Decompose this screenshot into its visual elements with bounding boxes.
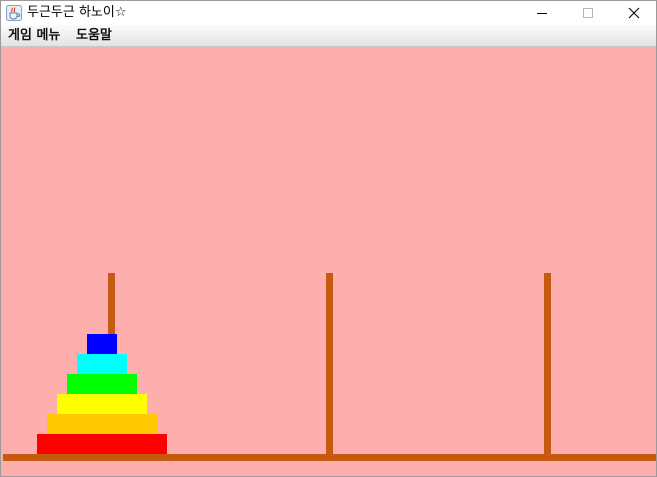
disk-6[interactable] (36, 434, 167, 454)
menu-bar: 게임 메뉴 도움말 (1, 25, 656, 47)
title-bar[interactable]: 두근두근 하노이☆ (1, 1, 656, 25)
peg-right[interactable] (544, 273, 551, 454)
minimize-icon (537, 13, 547, 14)
menu-game[interactable]: 게임 메뉴 (8, 27, 60, 45)
maximize-icon (583, 8, 593, 18)
app-window: 두근두근 하노이☆ 게임 메뉴 도움말 (0, 0, 657, 477)
disk-5[interactable] (46, 414, 157, 434)
game-board[interactable] (1, 47, 656, 476)
menu-help[interactable]: 도움말 (76, 27, 112, 45)
peg-middle[interactable] (326, 273, 333, 454)
maximize-button[interactable] (565, 1, 611, 25)
disk-2[interactable] (76, 354, 127, 374)
disk-1[interactable] (86, 334, 117, 354)
close-icon (628, 7, 640, 19)
rod-base (3, 454, 656, 461)
disk-3[interactable] (66, 374, 137, 394)
minimize-button[interactable] (519, 1, 565, 25)
window-title: 두근두근 하노이☆ (27, 5, 127, 20)
java-cup-icon[interactable] (6, 5, 22, 21)
disk-4[interactable] (56, 394, 147, 414)
close-button[interactable] (611, 1, 657, 25)
